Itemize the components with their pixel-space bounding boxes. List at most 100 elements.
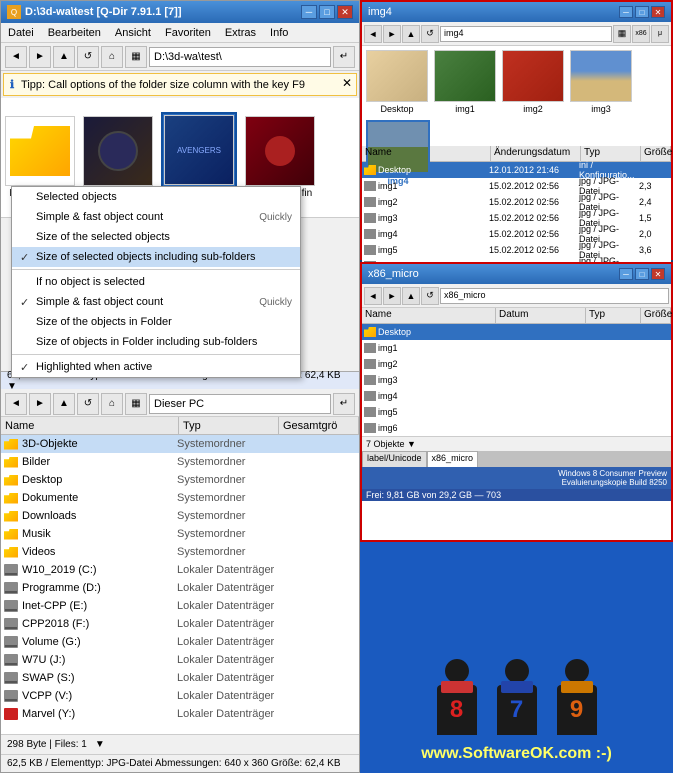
rb2-refresh[interactable]: ↺: [421, 287, 439, 305]
ctx-simple-fast-2[interactable]: Simple & fast object count Quickly: [12, 292, 300, 312]
max-btn-2[interactable]: □: [635, 268, 649, 280]
ctx-size-folder-sub[interactable]: Size of objects in Folder including sub-…: [12, 332, 300, 352]
rcol-type[interactable]: Typ: [581, 146, 641, 161]
max-btn[interactable]: □: [635, 6, 649, 18]
home-button[interactable]: ⌂: [101, 46, 123, 68]
back-btn-2[interactable]: ◄: [5, 393, 27, 415]
min-btn-2[interactable]: ─: [619, 268, 633, 280]
rb-fwd[interactable]: ►: [383, 25, 401, 43]
img3-item[interactable]: img3: [570, 50, 632, 114]
rb-micro[interactable]: μ: [651, 25, 669, 43]
rb2-up[interactable]: ▲: [402, 287, 420, 305]
table-row[interactable]: SWAP (S:) Lokaler Datenträger: [1, 669, 359, 687]
list-item[interactable]: Desktop: [362, 324, 671, 340]
list-item[interactable]: img2: [362, 356, 671, 372]
table-row[interactable]: Programme (D:) Lokaler Datenträger: [1, 579, 359, 597]
dropdown-arrow[interactable]: ▼: [95, 739, 105, 750]
rcol-name[interactable]: Name: [362, 146, 491, 161]
menu-bearbeiten[interactable]: Bearbeiten: [45, 26, 104, 40]
menu-favoriten[interactable]: Favoriten: [162, 26, 214, 40]
rcol-size[interactable]: Größe: [641, 146, 671, 161]
menu-extras[interactable]: Extras: [222, 26, 259, 40]
list-item[interactable]: img6: [362, 420, 671, 436]
table-row[interactable]: Marvel (Y:) Lokaler Datenträger: [1, 705, 359, 723]
info-close-button[interactable]: ✕: [342, 76, 352, 90]
min-btn[interactable]: ─: [619, 6, 633, 18]
menu-datei[interactable]: Datei: [5, 26, 37, 40]
close-btn-2[interactable]: ✕: [651, 268, 665, 280]
forward-button[interactable]: ►: [29, 46, 51, 68]
ctx-highlighted[interactable]: Highlighted when active: [12, 357, 300, 377]
fwd-btn-2[interactable]: ►: [29, 393, 51, 415]
tab-label-2[interactable]: label/Unicode: [362, 451, 427, 467]
view-button[interactable]: ▦: [125, 46, 147, 68]
img-desktop-item[interactable]: Desktop: [366, 50, 428, 114]
table-row[interactable]: Dokumente Systemordner: [1, 489, 359, 507]
maximize-button[interactable]: □: [319, 5, 335, 19]
rcol2-date[interactable]: Datum: [496, 308, 586, 323]
go-btn-2[interactable]: ↵: [333, 393, 355, 415]
list-item[interactable]: img4: [362, 388, 671, 404]
go-button[interactable]: ↵: [333, 46, 355, 68]
table-row[interactable]: Inet-CPP (E:) Lokaler Datenträger: [1, 597, 359, 615]
table-row[interactable]: Videos Systemordner: [1, 543, 359, 561]
table-row[interactable]: Bilder Systemordner: [1, 453, 359, 471]
col-header-total[interactable]: Gesamtgrö: [279, 417, 359, 434]
rb-view[interactable]: ▦: [613, 25, 631, 43]
ctx-size-in-folder[interactable]: Size of the objects in Folder: [12, 312, 300, 332]
rb-refresh[interactable]: ↺: [421, 25, 439, 43]
up-btn-2[interactable]: ▲: [53, 393, 75, 415]
minimize-button[interactable]: ─: [301, 5, 317, 19]
ctx-simple-fast-count[interactable]: Simple & fast object count Quickly: [12, 207, 300, 227]
row2-name: img3: [378, 375, 669, 385]
close-button[interactable]: ✕: [337, 5, 353, 19]
table-row[interactable]: Musik Systemordner: [1, 525, 359, 543]
close-btn[interactable]: ✕: [651, 6, 665, 18]
menu-ansicht[interactable]: Ansicht: [112, 26, 154, 40]
rcol2-size[interactable]: Größe: [641, 308, 671, 323]
rb2-address[interactable]: x86_micro: [440, 288, 669, 304]
view-btn-2[interactable]: ▦: [125, 393, 147, 415]
table-row[interactable]: Volume (G:) Lokaler Datenträger: [1, 633, 359, 651]
rb2-back[interactable]: ◄: [364, 287, 382, 305]
row-date: 15.02.2012 02:56: [489, 229, 579, 239]
table-row[interactable]: CPP2018 (F:) Lokaler Datenträger: [1, 615, 359, 633]
rb-address[interactable]: img4: [440, 26, 612, 42]
rb-up[interactable]: ▲: [402, 25, 420, 43]
rcol2-name[interactable]: Name: [362, 308, 496, 323]
list-item[interactable]: img1: [362, 340, 671, 356]
table-row[interactable]: W7U (J:) Lokaler Datenträger: [1, 651, 359, 669]
rcol2-type[interactable]: Typ: [586, 308, 641, 323]
file-name: Desktop: [22, 474, 177, 486]
address-bar-2[interactable]: Dieser PC: [149, 394, 331, 414]
rb2-fwd[interactable]: ►: [383, 287, 401, 305]
rb-x86[interactable]: x86: [632, 25, 650, 43]
back-button[interactable]: ◄: [5, 46, 27, 68]
home-btn-2[interactable]: ⌂: [101, 393, 123, 415]
ctx-shortcut-1: Quickly: [259, 212, 292, 223]
col-header-name[interactable]: Name: [1, 417, 179, 434]
table-row[interactable]: 3D-Objekte Systemordner: [1, 435, 359, 453]
rcol-date[interactable]: Änderungsdatum: [491, 146, 581, 161]
img1-item[interactable]: img1: [434, 50, 496, 114]
rb-back[interactable]: ◄: [364, 25, 382, 43]
refresh-btn-2[interactable]: ↺: [77, 393, 99, 415]
up-button[interactable]: ▲: [53, 46, 75, 68]
ctx-if-no-object[interactable]: If no object is selected: [12, 272, 300, 292]
ctx-selected-objects[interactable]: Selected objects: [12, 187, 300, 207]
list-item[interactable]: img3: [362, 372, 671, 388]
ctx-size-selected-sub[interactable]: Size of selected objects including sub-f…: [12, 247, 300, 267]
menu-info[interactable]: Info: [267, 26, 291, 40]
ctx-size-selected[interactable]: Size of the selected objects: [12, 227, 300, 247]
table-row[interactable]: Downloads Systemordner: [1, 507, 359, 525]
col-header-type[interactable]: Typ: [179, 417, 279, 434]
list-item[interactable]: img5: [362, 404, 671, 420]
address-bar[interactable]: D:\3d-wa\test\: [149, 47, 331, 67]
img2-item[interactable]: img2: [502, 50, 564, 114]
table-row[interactable]: Desktop Systemordner: [1, 471, 359, 489]
table-row[interactable]: VCPP (V:) Lokaler Datenträger: [1, 687, 359, 705]
tab-x86-2[interactable]: x86_micro: [427, 451, 479, 467]
refresh-button[interactable]: ↺: [77, 46, 99, 68]
table-row[interactable]: W10_2019 (C:) Lokaler Datenträger: [1, 561, 359, 579]
menu-bar: Datei Bearbeiten Ansicht Favoriten Extra…: [1, 23, 359, 43]
